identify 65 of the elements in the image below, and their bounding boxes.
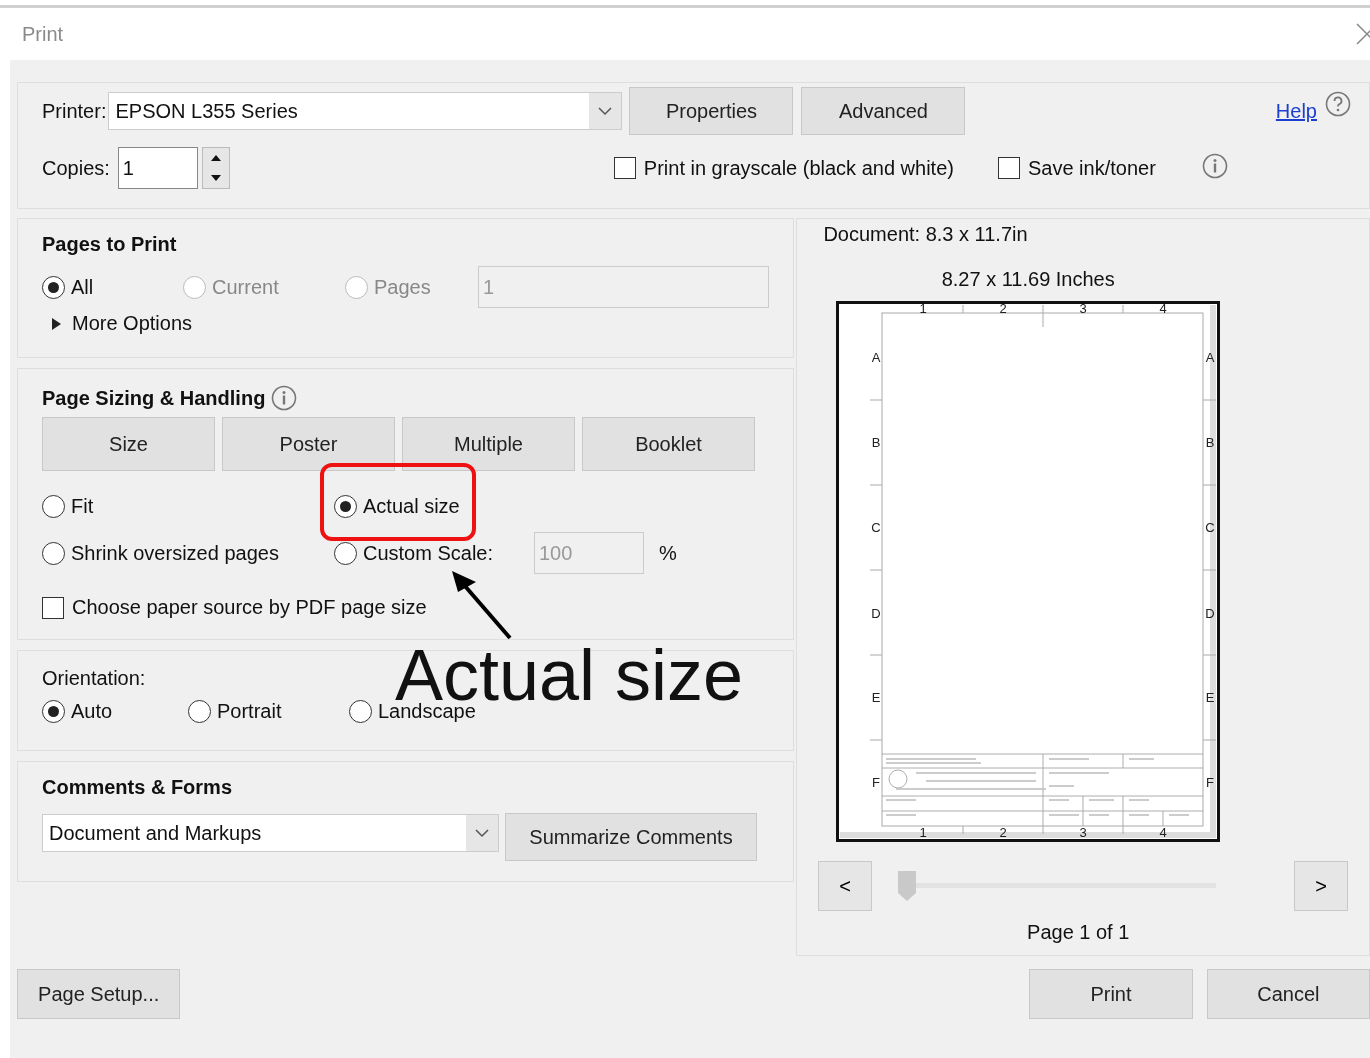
radio-button[interactable] xyxy=(42,275,65,299)
help-icon[interactable] xyxy=(1325,91,1351,117)
radio-label: Shrink oversized pages xyxy=(71,541,279,565)
radio-option[interactable]: Portrait xyxy=(188,700,349,723)
checkbox[interactable] xyxy=(42,596,64,619)
radio-label: Fit xyxy=(71,495,94,518)
checkbox[interactable] xyxy=(997,157,1020,179)
section-heading: Page Sizing & Handling xyxy=(42,386,266,410)
cancel-button[interactable]: Cancel xyxy=(1206,969,1370,1019)
caret-icon xyxy=(589,93,622,129)
page-slider[interactable] xyxy=(898,869,1219,903)
mode-button[interactable]: Booklet xyxy=(582,417,755,471)
document-size-text: Document: 8.3 x 11.7in xyxy=(823,223,1028,246)
printer-label: Printer: xyxy=(42,99,107,123)
copies-spinner[interactable] xyxy=(201,147,230,189)
radio-label: Current xyxy=(212,275,279,299)
section-heading: Pages to Print xyxy=(42,233,177,256)
info-icon[interactable] xyxy=(1201,153,1228,179)
mode-button[interactable]: Size xyxy=(42,417,215,471)
next-page-button[interactable]: > xyxy=(1294,861,1349,911)
radio-button[interactable] xyxy=(42,700,65,723)
radio-label: Custom Scale: xyxy=(363,541,494,565)
radio-label: Auto xyxy=(71,700,113,723)
mode-button[interactable]: Multiple xyxy=(402,417,575,471)
checkbox-option[interactable]: Save ink/toner xyxy=(997,156,1156,180)
page-preview-drawing: 1 2 3 4 1 2 3 4 A B C D E F A B C D E F xyxy=(836,301,1221,842)
info-icon[interactable] xyxy=(271,385,298,411)
radio-button[interactable] xyxy=(334,541,357,565)
radio-button[interactable] xyxy=(188,700,211,723)
copies-field[interactable]: 1 xyxy=(117,147,198,189)
section-heading: Orientation: xyxy=(42,667,146,690)
checkbox[interactable] xyxy=(613,157,636,179)
radio-label: All xyxy=(71,275,94,299)
more-options-toggle[interactable]: More Options xyxy=(50,312,794,335)
paper-size-text: 8.27 x 11.69 Inches xyxy=(941,268,1115,291)
comments-dropdown[interactable]: Document and Markups xyxy=(42,814,499,852)
previous-page-button[interactable]: < xyxy=(818,861,873,911)
printer-dropdown[interactable]: EPSON L355 Series xyxy=(108,92,623,130)
radio-option[interactable]: Auto xyxy=(42,700,188,723)
properties-button[interactable]: Properties xyxy=(629,87,794,135)
radio-option[interactable]: Custom Scale: xyxy=(334,541,534,565)
radio-option[interactable]: Actual size xyxy=(334,495,699,518)
checkbox-label: Save ink/toner xyxy=(1027,156,1156,180)
radio-button[interactable] xyxy=(334,495,357,518)
window-title: Print xyxy=(22,22,64,46)
radio-label: Actual size xyxy=(363,495,460,518)
percent-label: % xyxy=(659,541,678,565)
section-heading: Comments & Forms xyxy=(42,776,233,799)
radio-label: Portrait xyxy=(217,700,282,723)
radio-option[interactable]: Fit xyxy=(42,495,334,518)
radio-button[interactable] xyxy=(42,541,65,565)
radio-button[interactable] xyxy=(42,495,65,518)
copies-label: Copies: xyxy=(42,156,110,180)
radio-button[interactable] xyxy=(349,700,372,723)
page-setup-button[interactable]: Page Setup... xyxy=(17,969,181,1019)
mode-button[interactable]: Poster xyxy=(222,417,395,471)
page-count-text: Page 1 of 1 xyxy=(1027,921,1130,944)
radio-label: Pages xyxy=(374,275,431,299)
radio-option[interactable]: All xyxy=(42,275,183,299)
caret-icon xyxy=(466,815,498,851)
radio-option[interactable]: Shrink oversized pages xyxy=(42,541,334,565)
print-button[interactable]: Print xyxy=(1029,969,1193,1019)
advanced-button[interactable]: Advanced xyxy=(801,87,966,135)
summarize-comments-button[interactable]: Summarize Comments xyxy=(505,813,757,861)
help-link[interactable]: Help xyxy=(1275,99,1317,123)
